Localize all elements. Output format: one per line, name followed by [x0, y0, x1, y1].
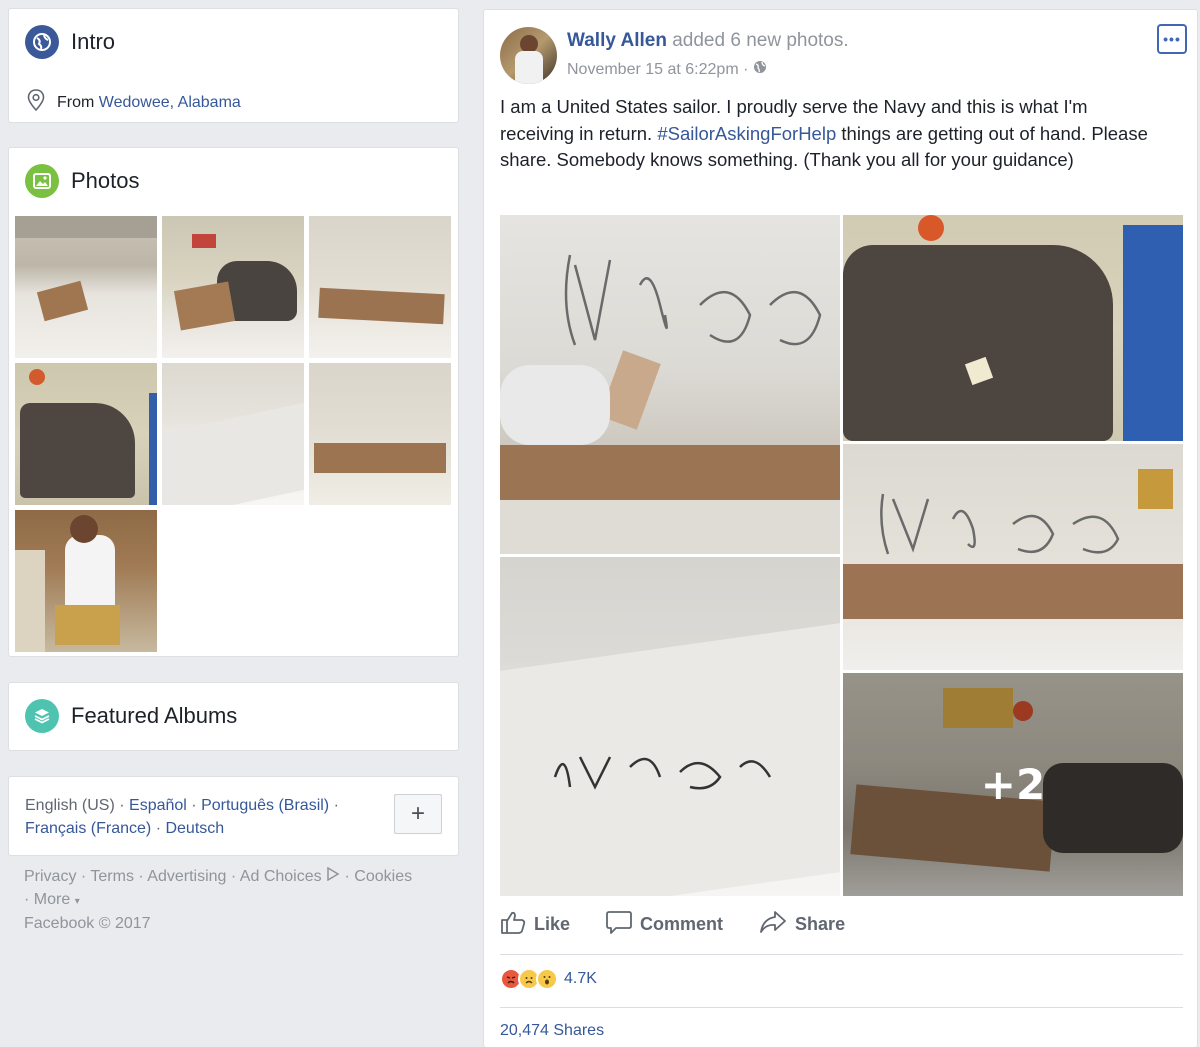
- divider: [500, 1007, 1183, 1008]
- post-photo[interactable]: [500, 215, 840, 554]
- footer-link-advertising[interactable]: Advertising: [147, 868, 226, 885]
- like-button[interactable]: Like: [500, 910, 570, 939]
- post-actions: Like Comment Share: [500, 910, 881, 939]
- comment-label: Comment: [640, 914, 724, 934]
- copyright: Facebook © 2017: [24, 915, 151, 932]
- photo-icon: [25, 164, 59, 198]
- footer-link-privacy[interactable]: Privacy: [24, 868, 76, 885]
- post-timestamp[interactable]: November 15 at 6:22pm: [567, 61, 739, 79]
- current-language: English (US): [25, 797, 115, 814]
- photo-thumbnail[interactable]: [309, 216, 451, 358]
- post-photo[interactable]: [843, 444, 1183, 670]
- caret-down-icon: ▾: [74, 895, 80, 907]
- photo-thumbnail[interactable]: [309, 363, 451, 505]
- post-action: added 6 new photos.: [672, 30, 849, 51]
- intro-title: Intro: [71, 29, 116, 54]
- photo-thumbnail[interactable]: [15, 363, 157, 505]
- featured-title[interactable]: Featured Albums: [71, 703, 237, 729]
- footer-link-cookies[interactable]: Cookies: [354, 868, 412, 885]
- from-label: From: [57, 93, 95, 111]
- like-label: Like: [534, 914, 571, 934]
- language-link[interactable]: Português (Brasil): [201, 797, 329, 814]
- share-label: Share: [795, 914, 846, 934]
- photos-title: Photos: [71, 168, 140, 193]
- hashtag-link[interactable]: #SailorAskingForHelp: [657, 123, 836, 144]
- language-list: English (US) · Español · Português (Bras…: [25, 797, 339, 837]
- photo-thumbnail[interactable]: [15, 510, 157, 652]
- hometown-link[interactable]: Wedowee, Alabama: [99, 94, 241, 112]
- author-name[interactable]: Wally Allen: [567, 30, 667, 51]
- footer-link-more[interactable]: More: [34, 891, 70, 908]
- post-meta: November 15 at 6:22pm ·: [567, 60, 767, 79]
- footer-link-terms[interactable]: Terms: [90, 868, 134, 885]
- thumbs-up-icon: [500, 910, 534, 939]
- photos-header: Photos: [25, 164, 140, 198]
- footer-links: Privacy · Terms · Advertising · Ad Choic…: [24, 866, 413, 932]
- more-photos-overlay[interactable]: +2: [843, 673, 1183, 896]
- author-avatar[interactable]: [500, 27, 557, 84]
- photo-thumbnail[interactable]: [162, 363, 304, 505]
- post-photo[interactable]: [500, 557, 840, 896]
- photo-grid: [15, 216, 451, 652]
- reactions-summary[interactable]: 4.7K: [500, 968, 597, 990]
- divider: [500, 954, 1183, 955]
- reactions-count: 4.7K: [564, 970, 597, 987]
- featured-albums-card: Featured Albums: [8, 682, 459, 751]
- shares-count[interactable]: 20,474 Shares: [500, 1022, 604, 1040]
- footer-link-ad-choices[interactable]: Ad Choices: [240, 868, 322, 885]
- public-globe-icon: [753, 60, 767, 79]
- post-photo[interactable]: +2: [843, 673, 1183, 896]
- post-body: I am a United States sailor. I proudly s…: [500, 94, 1160, 174]
- post-card: Wally Allen added 6 new photos. November…: [483, 9, 1198, 1047]
- intro-card: Intro From Wedowee, Alabama: [8, 8, 459, 123]
- albums-stack-icon: [25, 699, 59, 733]
- location-pin-icon: [27, 89, 45, 116]
- intro-header: Intro: [25, 25, 115, 59]
- globe-icon: [25, 25, 59, 59]
- post-header: Wally Allen added 6 new photos.: [567, 30, 849, 52]
- ad-choices-icon: [326, 866, 340, 885]
- photo-thumbnail[interactable]: [162, 216, 304, 358]
- share-button[interactable]: Share: [759, 910, 845, 939]
- comment-bubble-icon: [606, 910, 640, 939]
- ellipsis-icon: •••: [1163, 31, 1181, 47]
- photo-thumbnail[interactable]: [15, 216, 157, 358]
- language-link[interactable]: Deutsch: [165, 820, 224, 837]
- wow-reaction-icon: [536, 968, 558, 990]
- share-arrow-icon: [759, 910, 795, 939]
- featured-header: Featured Albums: [25, 699, 237, 733]
- intro-hometown: From Wedowee, Alabama: [27, 89, 241, 116]
- language-link[interactable]: Español: [129, 797, 187, 814]
- languages-card: English (US) · Español · Português (Bras…: [8, 776, 459, 856]
- language-link[interactable]: Français (France): [25, 820, 151, 837]
- post-photo[interactable]: [843, 215, 1183, 441]
- photos-card: Photos: [8, 147, 459, 657]
- comment-button[interactable]: Comment: [606, 910, 723, 939]
- add-language-button[interactable]: +: [394, 794, 442, 834]
- post-options-button[interactable]: •••: [1157, 24, 1187, 54]
